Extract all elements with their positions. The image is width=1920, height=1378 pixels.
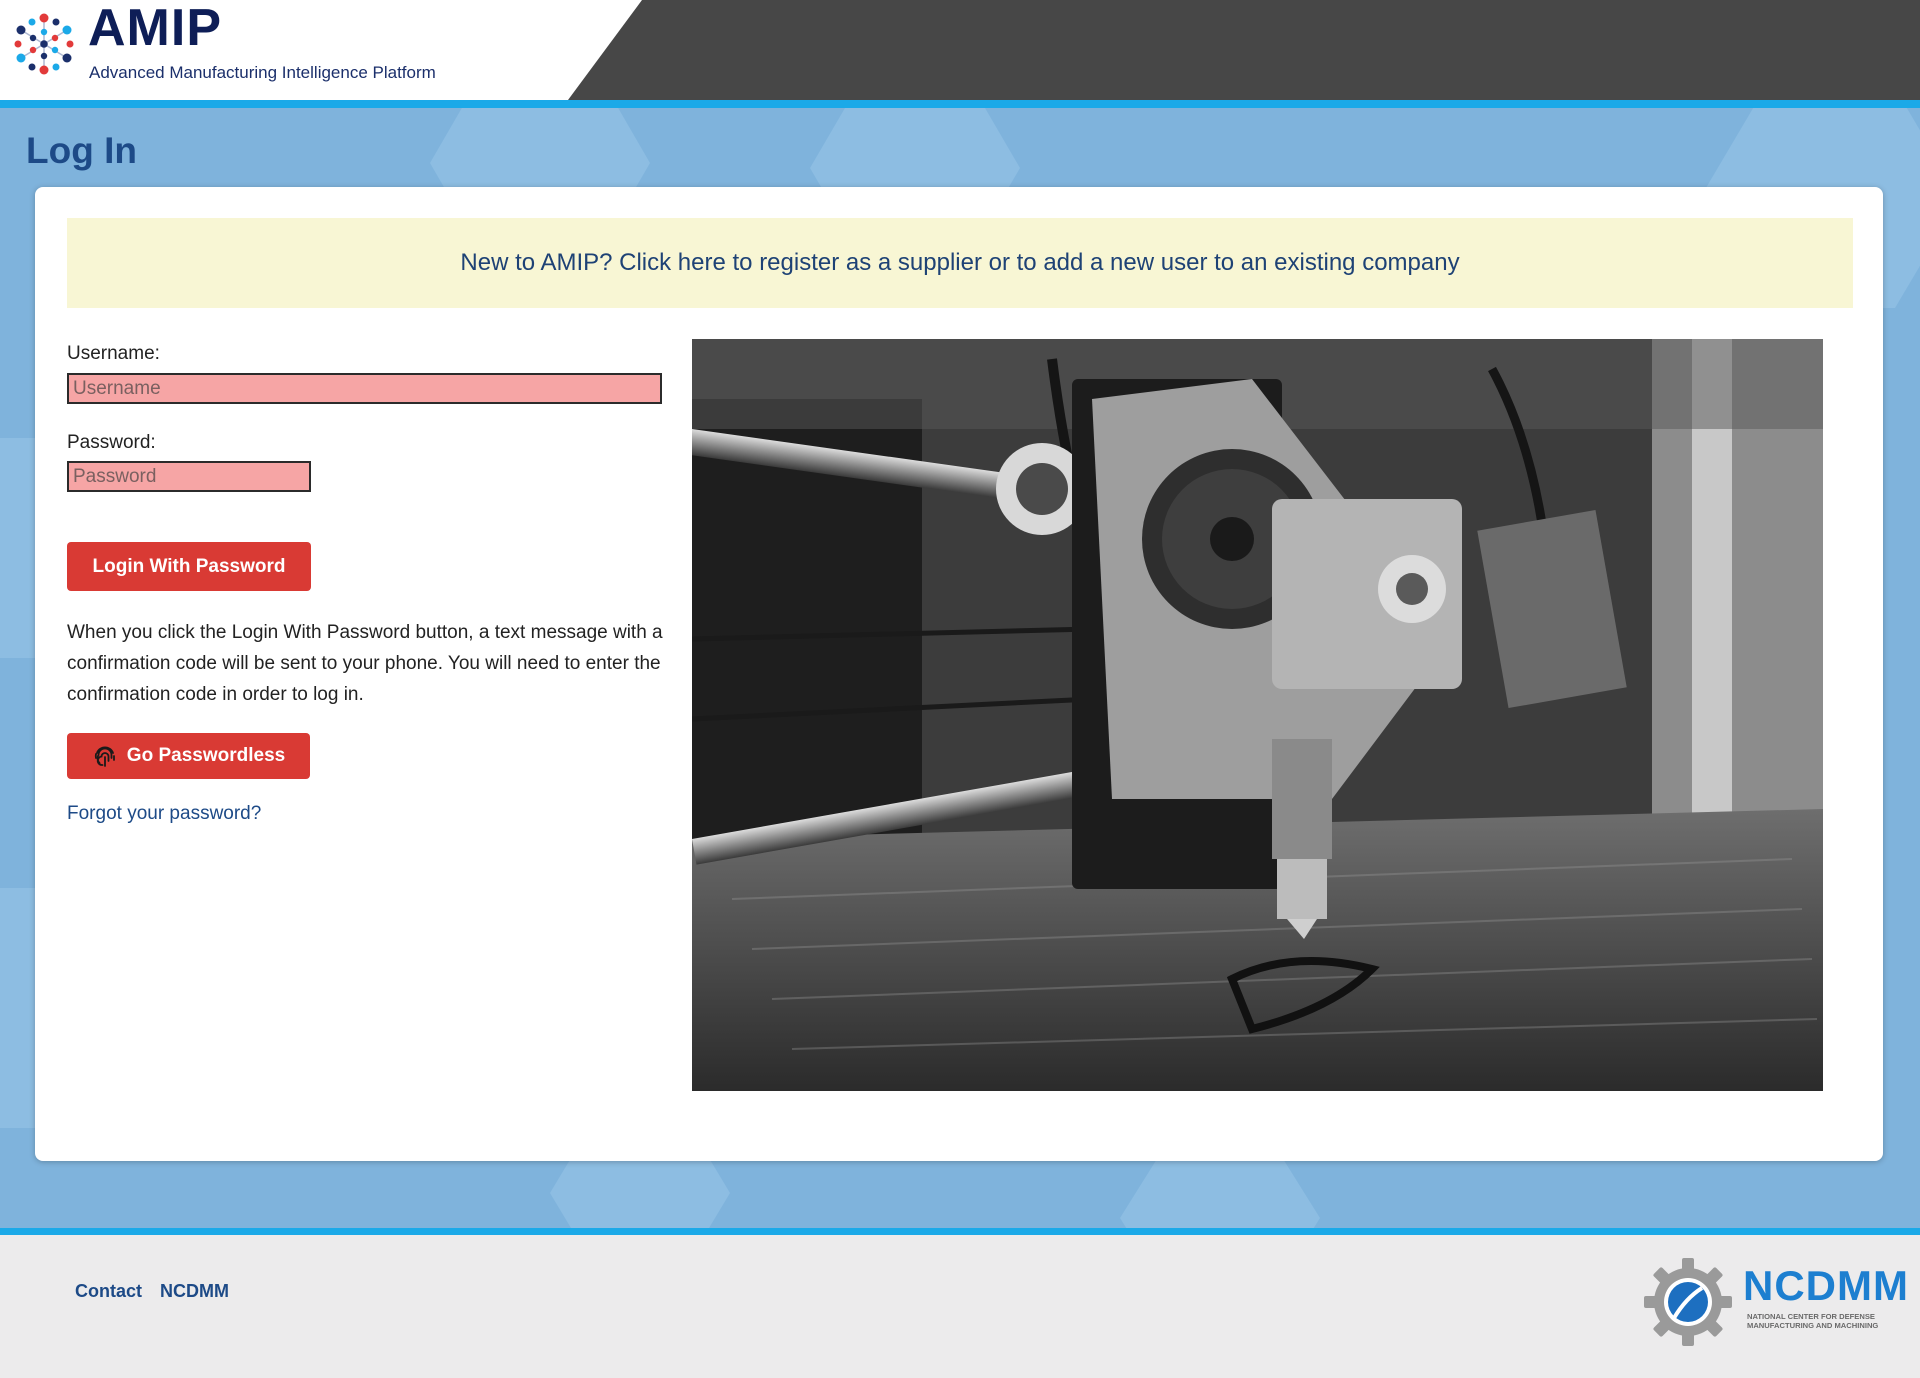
footer-link-ncdmm[interactable]: NCDMM	[160, 1281, 229, 1302]
login-button-label: Login With Password	[92, 555, 286, 577]
password-label: Password:	[67, 432, 156, 453]
forgot-password-link[interactable]: Forgot your password?	[67, 803, 261, 825]
username-label: Username:	[67, 343, 160, 364]
page-title: Log In	[26, 130, 137, 171]
header-accent-rule	[0, 100, 1920, 108]
ncdmm-gear-icon[interactable]	[1644, 1258, 1732, 1346]
ncdmm-logo-wordmark[interactable]: NCDMM	[1743, 1262, 1909, 1310]
password-input[interactable]	[67, 461, 311, 492]
login-info-text: When you click the Login With Password b…	[67, 622, 663, 705]
3d-printer-photo	[692, 339, 1823, 1091]
register-banner-link[interactable]: New to AMIP? Click here to register as a…	[67, 218, 1853, 308]
app-title[interactable]: AMIP	[88, 0, 222, 58]
header-dark-panel	[568, 0, 1920, 100]
site-footer	[0, 1235, 1920, 1378]
footer-accent-rule	[0, 1228, 1920, 1235]
footer-link-contact[interactable]: Contact	[75, 1281, 142, 1302]
login-with-password-button[interactable]: Login With Password	[67, 542, 311, 591]
site-header: AMIP Advanced Manufacturing Intelligence…	[0, 0, 1920, 100]
go-passwordless-button[interactable]: Go Passwordless	[67, 733, 310, 779]
amip-logo-icon[interactable]	[12, 12, 76, 76]
hero-image	[692, 339, 1823, 1091]
ncdmm-logo-subtitle: NATIONAL CENTER FOR DEFENSE MANUFACTURIN…	[1747, 1312, 1879, 1330]
passwordless-button-label: Go Passwordless	[126, 745, 286, 766]
app-subtitle: Advanced Manufacturing Intelligence Plat…	[89, 63, 436, 82]
username-input[interactable]	[67, 373, 662, 404]
fingerprint-icon	[94, 746, 115, 767]
